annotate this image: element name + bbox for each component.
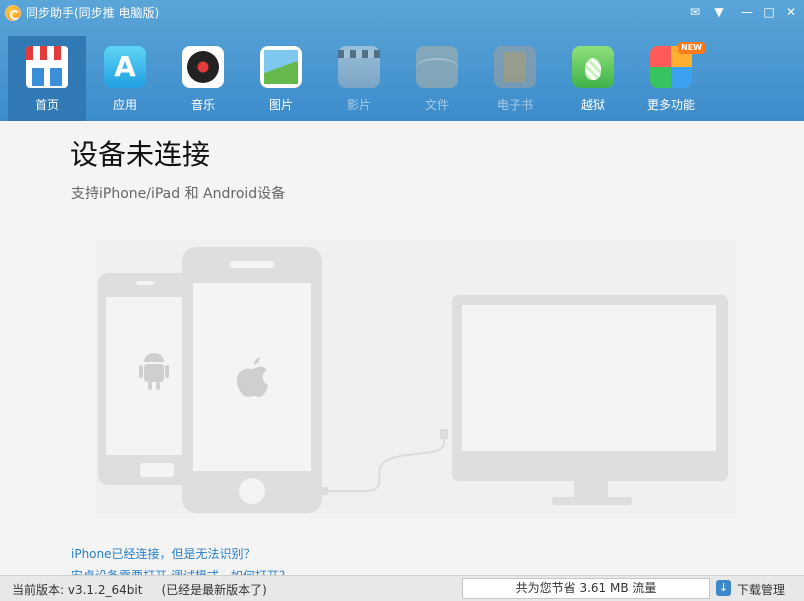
new-badge: NEW	[678, 42, 705, 54]
video-clapper-icon	[338, 46, 380, 88]
version-info: 当前版本: v3.1.2_64bit (已经是最新版本了)	[12, 581, 267, 598]
minimize-icon[interactable]: —	[738, 4, 756, 20]
file-folder-icon	[416, 46, 458, 88]
download-icon[interactable]: ↓	[716, 580, 731, 596]
android-phone-icon	[98, 273, 194, 485]
tab-files[interactable]: 文件	[398, 36, 476, 121]
main-toolbar: 首页 应用 音乐 图片 影片 文件	[0, 36, 804, 121]
feedback-icon[interactable]: ✉	[686, 4, 704, 20]
jailbreak-pineapple-icon	[572, 46, 614, 88]
tab-more[interactable]: NEW 更多功能	[632, 36, 710, 121]
tab-jailbreak[interactable]: 越狱	[554, 36, 632, 121]
latest-version-note: (已经是最新版本了)	[161, 583, 267, 597]
tab-ebooks[interactable]: 电子书	[476, 36, 554, 121]
device-connection-illustration	[96, 239, 736, 514]
tab-photos-label: 图片	[268, 98, 293, 112]
menu-icon[interactable]: ▼	[710, 4, 728, 20]
version-text: 当前版本: v3.1.2_64bit	[12, 583, 143, 597]
tab-files-label: 文件	[424, 98, 449, 112]
window-title: 同步助手(同步推 电脑版)	[26, 6, 160, 20]
iphone-unrecognized-link[interactable]: iPhone已经连接，但是无法识别？	[71, 545, 256, 562]
tab-more-label: 更多功能	[646, 98, 695, 112]
tab-music-label: 音乐	[190, 98, 215, 112]
home-store-icon	[26, 46, 68, 88]
tab-jailbreak-label: 越狱	[580, 98, 605, 112]
page-title: 设备未连接	[70, 138, 211, 171]
app-logo-icon	[5, 5, 21, 21]
maximize-icon[interactable]: □	[760, 4, 778, 20]
tab-apps-label: 应用	[112, 98, 137, 112]
computer-monitor-icon	[452, 295, 728, 505]
usb-cable	[324, 435, 445, 492]
iphone-icon	[182, 247, 322, 513]
tab-apps[interactable]: 应用	[86, 36, 164, 121]
app-store-icon	[104, 46, 146, 88]
devices-svg	[98, 247, 728, 513]
tab-ebooks-label: 电子书	[496, 98, 533, 112]
tab-home[interactable]: 首页	[8, 36, 86, 121]
close-icon[interactable]: ✕	[782, 4, 800, 20]
top-band: 同步助手(同步推 电脑版) ✉ ▼ — □ ✕ 首页 应用 音乐 图片	[0, 0, 804, 121]
music-disc-icon	[182, 46, 224, 88]
status-bar: 当前版本: v3.1.2_64bit (已经是最新版本了) 共为您节省 3.61…	[0, 575, 804, 601]
download-manager-button[interactable]: 下载管理	[737, 581, 785, 598]
main-content: 设备未连接 支持iPhone/iPad 和 Android设备 iPhone已经…	[0, 121, 804, 583]
photo-icon	[260, 46, 302, 88]
tab-videos-label: 影片	[346, 98, 371, 112]
ebook-icon	[494, 46, 536, 88]
tab-photos[interactable]: 图片	[242, 36, 320, 121]
title-bar: 同步助手(同步推 电脑版) ✉ ▼ — □ ✕	[0, 0, 804, 26]
page-subtitle: 支持iPhone/iPad 和 Android设备	[71, 186, 286, 202]
traffic-saved-box: 共为您节省 3.61 MB 流量	[462, 578, 710, 599]
tab-videos[interactable]: 影片	[320, 36, 398, 121]
tab-home-label: 首页	[34, 98, 59, 112]
app-window: 同步助手(同步推 电脑版) ✉ ▼ — □ ✕ 首页 应用 音乐 图片	[0, 0, 804, 601]
tab-music[interactable]: 音乐	[164, 36, 242, 121]
